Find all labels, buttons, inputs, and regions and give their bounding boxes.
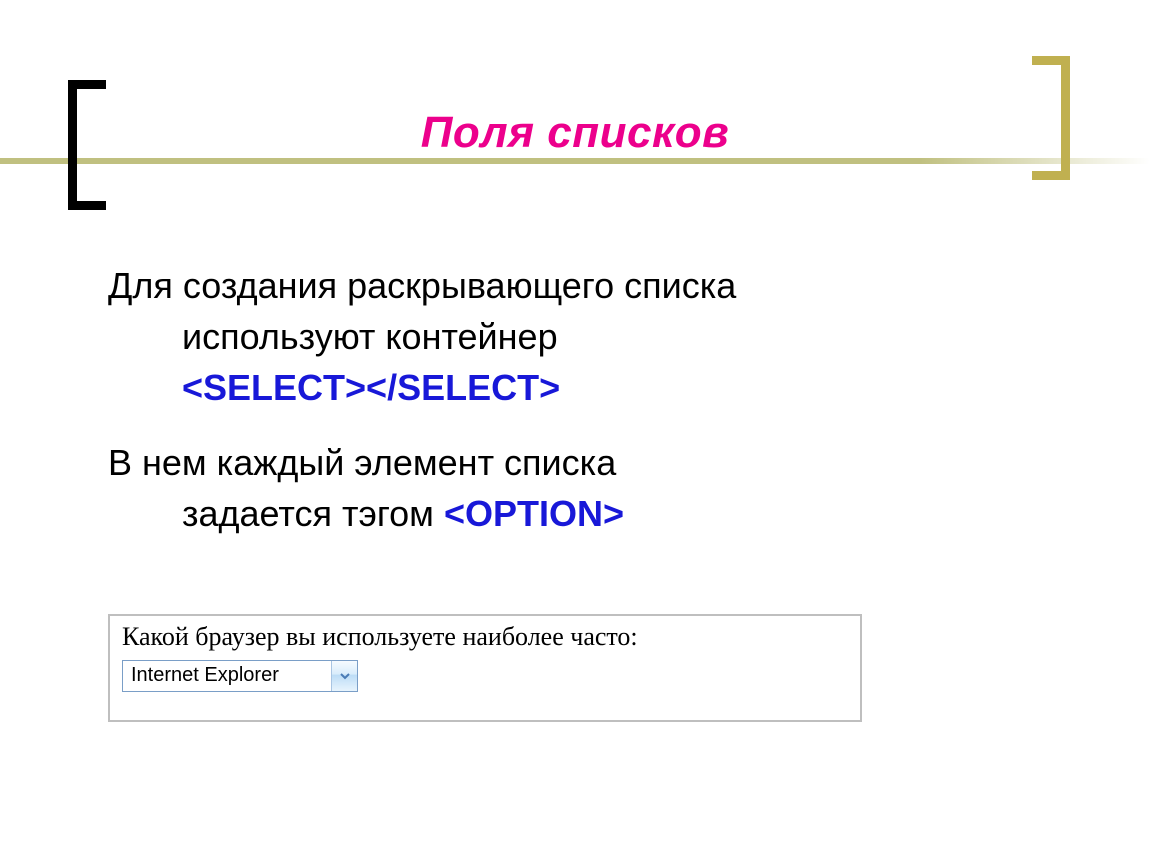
slide-body: Для создания раскрывающего списка исполь…: [108, 260, 1028, 540]
slide-title: Поля списков: [0, 108, 1150, 158]
title-underline: [0, 158, 1150, 164]
para2-line1: В нем каждый элемент списка: [108, 442, 616, 483]
para1-line1: Для создания раскрывающего списка: [108, 265, 736, 306]
browser-select[interactable]: Internet Explorer: [122, 660, 358, 692]
example-box: Какой браузер вы используете наиболее ча…: [108, 614, 862, 722]
chevron-down-icon: [339, 670, 351, 682]
browser-select-value: Internet Explorer: [123, 661, 331, 691]
para1-line2-prefix: используют контейнер: [182, 316, 558, 357]
dropdown-button[interactable]: [331, 661, 357, 691]
paragraph-1: Для создания раскрывающего списка исполь…: [108, 260, 1028, 413]
example-label: Какой браузер вы используете наиболее ча…: [122, 622, 848, 652]
paragraph-2: В нем каждый элемент списка задается тэг…: [108, 437, 1028, 539]
code-option-tag: <OPTION>: [444, 493, 624, 534]
para2-line2-prefix: задается тэгом: [182, 493, 444, 534]
code-select-tag: <SELECT></SELECT>: [182, 367, 560, 408]
decorative-bracket-left: [68, 80, 106, 210]
decorative-bracket-right: [1032, 56, 1070, 180]
